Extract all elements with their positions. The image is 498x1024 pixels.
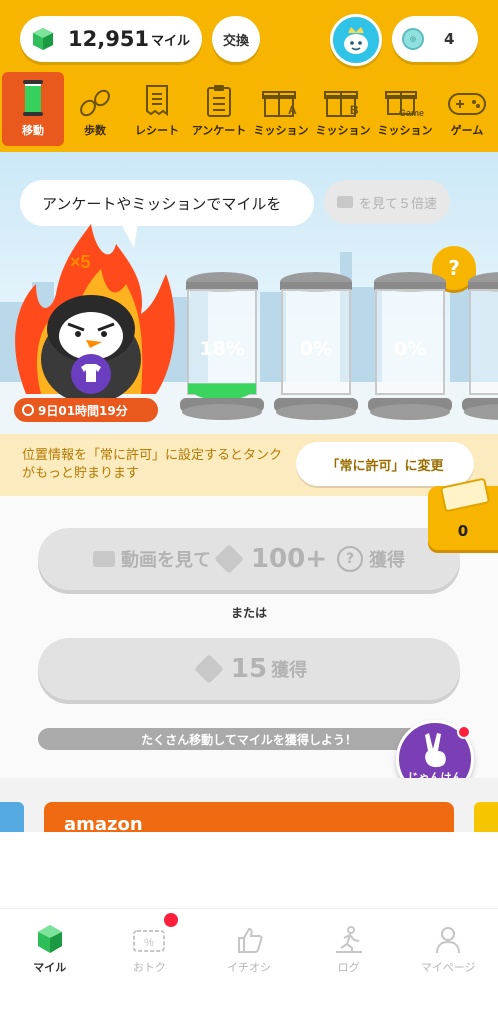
tab-mission-game[interactable]: Game ミッション bbox=[374, 72, 436, 146]
category-tabs: 移動 歩数 レシート アンケート A ミッション B ミッション Game ミッ… bbox=[0, 72, 498, 150]
crowned-character-icon bbox=[344, 27, 368, 54]
timer-badge: 9日01時間19分 bbox=[14, 398, 158, 422]
miles-value: 12,951 bbox=[68, 27, 150, 51]
gamepad-icon bbox=[448, 93, 486, 115]
claim-button[interactable]: 15 獲得 bbox=[38, 638, 460, 700]
video-amount: 100+ bbox=[250, 544, 328, 574]
runner-icon bbox=[335, 926, 362, 953]
location-permission-text: 位置情報を「常に許可」に設定するとタンクがもっと貯まります bbox=[22, 448, 283, 481]
tank-percent: 0% bbox=[393, 338, 427, 360]
nav-label: ログ bbox=[337, 961, 360, 974]
survey-clipboard-icon bbox=[207, 85, 231, 117]
nav-miles[interactable]: マイル bbox=[0, 909, 100, 979]
multiplier-x5-text: ×5 bbox=[70, 252, 91, 272]
tank-percent: 0% bbox=[299, 338, 333, 360]
nav-label: マイル bbox=[33, 961, 67, 974]
character-avatar-button[interactable] bbox=[330, 14, 382, 66]
claim-suffix: 獲得 bbox=[271, 660, 308, 681]
gray-gem-icon bbox=[214, 544, 244, 574]
location-permission-banner: 位置情報を「常に許可」に設定するとタンクがもっと貯まります 「常に許可」に変更 bbox=[0, 434, 498, 496]
tab-survey[interactable]: アンケート bbox=[188, 72, 250, 146]
or-divider-text: または bbox=[230, 606, 267, 620]
claim-amount: 15 bbox=[230, 654, 268, 684]
ticket-counter[interactable]: 0 bbox=[428, 477, 498, 550]
battery-tank-icon bbox=[23, 80, 43, 116]
gem-icon bbox=[37, 925, 62, 953]
tank-percent: 18% bbox=[199, 338, 245, 360]
nav-label: マイページ bbox=[420, 961, 476, 974]
video-prefix: 動画を見て bbox=[120, 550, 211, 571]
green-gem-icon bbox=[33, 28, 53, 50]
tank-percent: 0 bbox=[462, 338, 498, 360]
tab-label: 歩数 bbox=[84, 124, 106, 137]
notification-dot bbox=[163, 913, 178, 927]
nav-recommend[interactable]: イチオシ bbox=[199, 909, 299, 979]
nav-label: おトク bbox=[132, 961, 166, 974]
tank-hero: アンケートやミッションでマイルを を見て５倍速 ? ×5 9日01時間19分 1… bbox=[0, 152, 498, 434]
always-allow-button[interactable]: 「常に許可」に変更 bbox=[296, 442, 474, 486]
nav-mypage[interactable]: マイページ bbox=[398, 909, 498, 979]
coin-icon: ◎ bbox=[402, 28, 424, 50]
tab-label: 移動 bbox=[22, 124, 44, 137]
watch-video-claim-button[interactable]: 動画を見て 100+ ? 獲得 bbox=[38, 528, 460, 590]
peace-hand-icon bbox=[425, 733, 446, 768]
tank-1[interactable]: 18% bbox=[180, 272, 264, 422]
video-icon bbox=[92, 551, 115, 567]
coin-count: 4 bbox=[444, 30, 455, 48]
tab-steps[interactable]: 歩数 bbox=[64, 72, 126, 146]
tab-label: ミッション bbox=[377, 124, 433, 137]
receipt-icon bbox=[146, 85, 168, 116]
content-overlay bbox=[0, 832, 498, 908]
tank-3[interactable]: 0% bbox=[368, 272, 452, 422]
tab-label: レシート bbox=[135, 124, 179, 137]
notification-dot bbox=[457, 725, 471, 739]
tank-2[interactable]: 0% bbox=[274, 272, 358, 422]
exchange-button[interactable]: 交換 bbox=[212, 16, 260, 62]
video-suffix: 獲得 bbox=[369, 550, 406, 571]
question-icon: ? bbox=[337, 546, 364, 572]
nav-deals[interactable]: % おトク bbox=[100, 909, 200, 979]
svg-text:A: A bbox=[288, 103, 297, 117]
penguin-mascot-on-fire: ×5 bbox=[15, 224, 175, 404]
tab-move[interactable]: 移動 bbox=[2, 72, 64, 146]
coin-balance[interactable]: ◎ 4 bbox=[392, 16, 478, 62]
svg-text:Game: Game bbox=[399, 108, 424, 118]
footprints-icon bbox=[80, 89, 110, 117]
gift-game-icon: Game bbox=[385, 91, 424, 118]
bottom-navigation: マイル % おトク イチオシ ログ マイページ bbox=[0, 908, 498, 1024]
svg-text:%: % bbox=[144, 937, 154, 949]
timer-text: 9日01時間19分 bbox=[38, 403, 128, 418]
ticket-count: 0 bbox=[457, 522, 469, 540]
gift-b-icon: B bbox=[324, 91, 359, 117]
tank-4[interactable]: 0 bbox=[462, 272, 498, 422]
nav-log[interactable]: ログ bbox=[299, 909, 399, 979]
watch-video-5x-button[interactable]: を見て５倍速 bbox=[324, 180, 450, 224]
thumbs-up-icon bbox=[237, 927, 263, 953]
clock-icon bbox=[22, 404, 34, 416]
tab-label: ゲーム bbox=[450, 124, 484, 137]
tab-game[interactable]: ゲーム bbox=[436, 72, 498, 146]
tab-label: ミッション bbox=[315, 124, 371, 137]
tab-mission-a[interactable]: A ミッション bbox=[250, 72, 312, 146]
gray-gem-icon bbox=[194, 654, 224, 684]
hint-speech-bubble: アンケートやミッションでマイルを bbox=[20, 180, 314, 226]
person-icon bbox=[436, 927, 461, 954]
coupon-icon: % bbox=[133, 930, 166, 952]
tab-label: ミッション bbox=[253, 124, 309, 137]
svg-text:B: B bbox=[350, 103, 359, 117]
tab-mission-b[interactable]: B ミッション bbox=[312, 72, 374, 146]
video-play-icon bbox=[336, 196, 353, 208]
nav-label: イチオシ bbox=[226, 961, 271, 974]
miles-balance[interactable]: 12,951 マイル bbox=[20, 16, 202, 62]
tab-label: アンケート bbox=[191, 124, 247, 137]
watch-video-5x-label: を見て５倍速 bbox=[358, 196, 437, 212]
miles-unit: マイル bbox=[150, 33, 190, 49]
gift-a-icon: A bbox=[262, 91, 297, 117]
top-header: 12,951 マイル 交換 ◎ 4 移動 歩数 レシート アンケート A ミッシ… bbox=[0, 0, 498, 152]
tab-receipt[interactable]: レシート bbox=[126, 72, 188, 146]
